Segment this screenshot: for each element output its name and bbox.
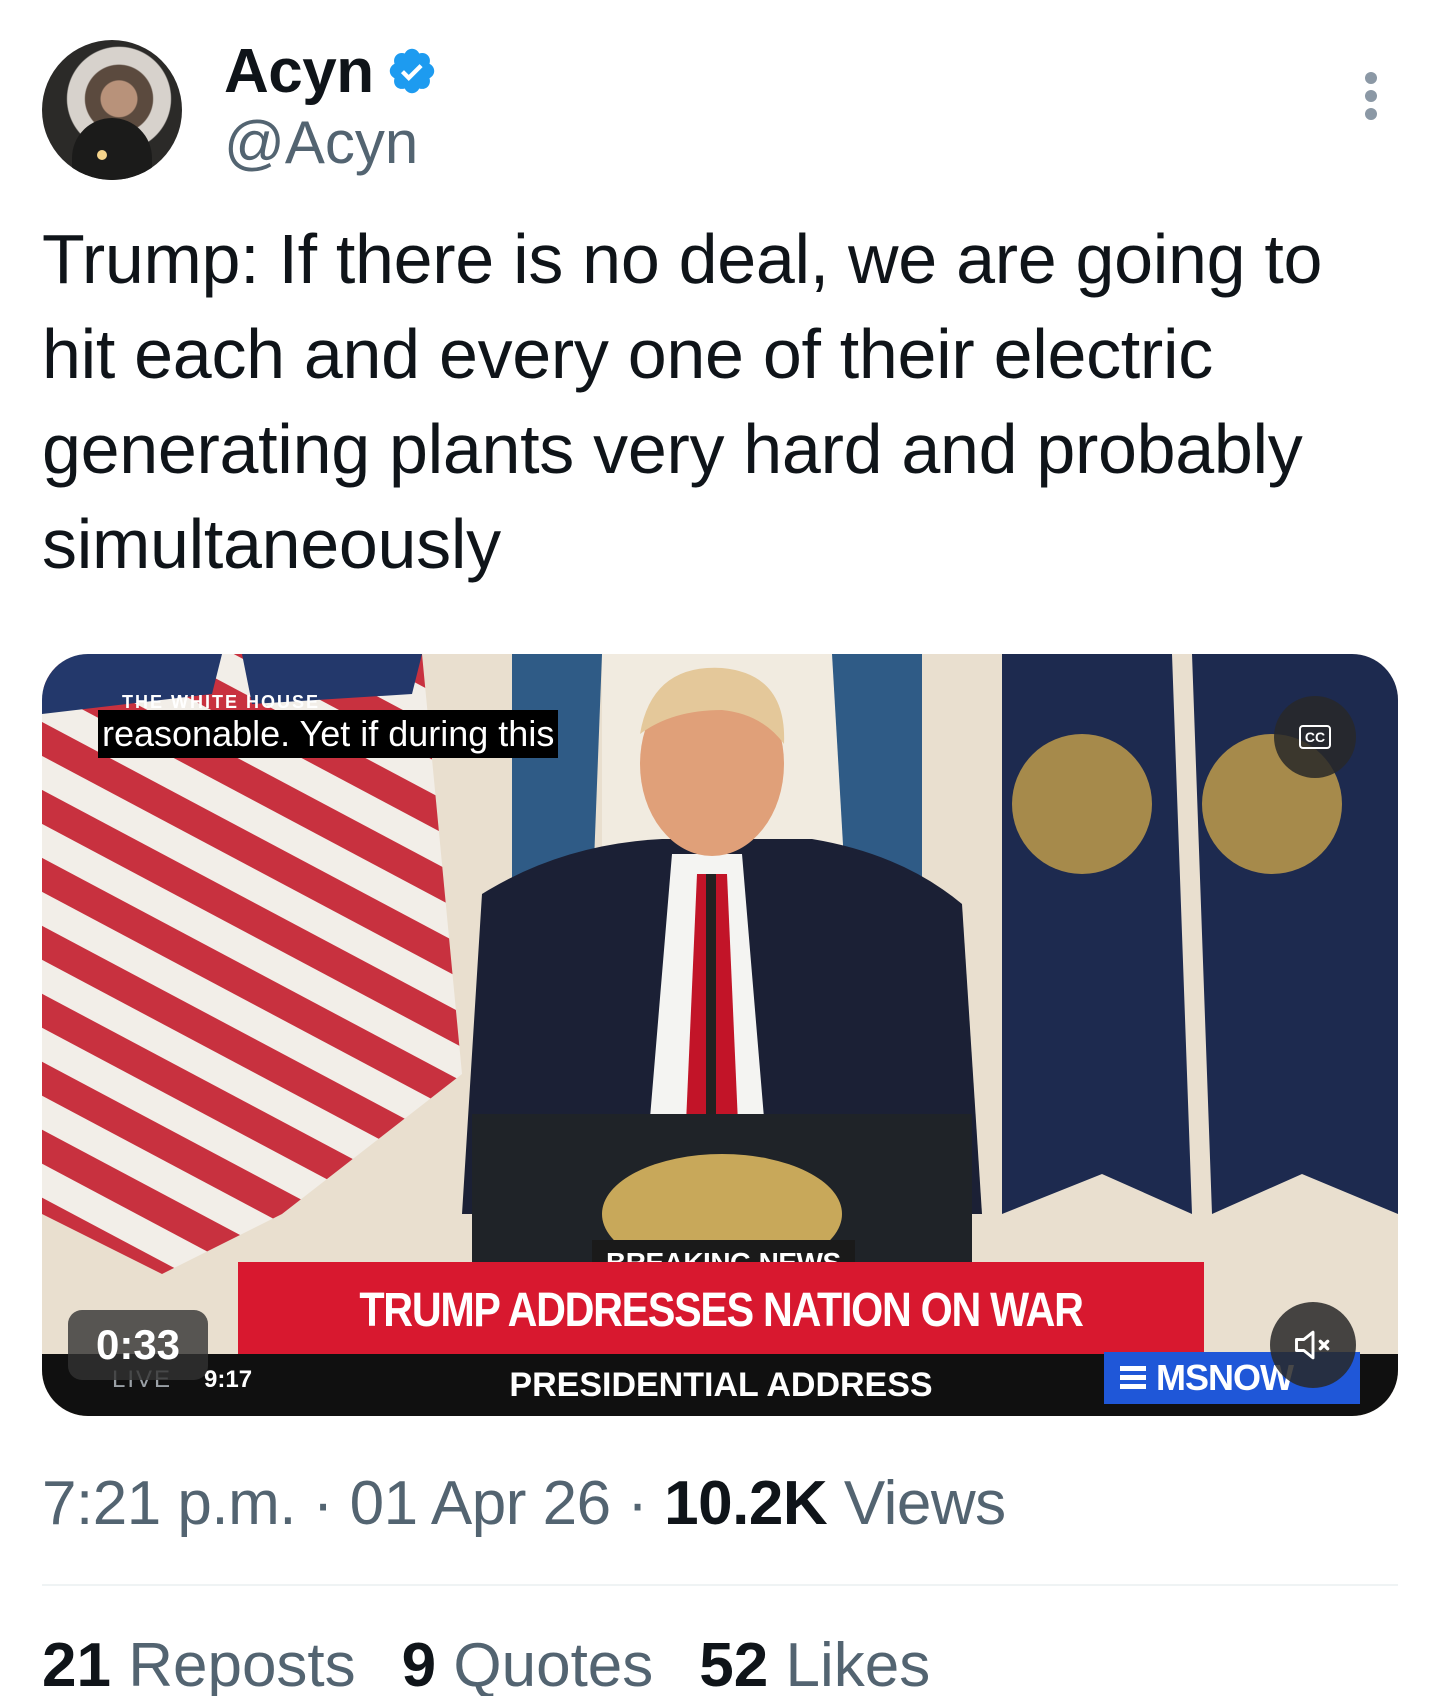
video-player[interactable]: THE WHITE HOUSE reasonable. Yet if durin…	[42, 654, 1398, 1416]
tweet-meta: 7:21 p.m. · 01 Apr 26 · 10.2K Views	[42, 1468, 1006, 1539]
quotes-count: 9	[401, 1631, 437, 1696]
engagement-stats: 21 Reposts 9 Quotes 52 Likes	[42, 1630, 930, 1696]
tweet-time[interactable]: 7:21 p.m.	[42, 1469, 296, 1538]
tweet-text: Trump: If there is no deal, we are going…	[42, 220, 1323, 583]
verified-badge-icon	[389, 48, 434, 94]
user-handle[interactable]: @Acyn	[224, 108, 418, 177]
mute-button[interactable]	[1270, 1302, 1356, 1388]
reposts-stat[interactable]: 21 Reposts	[42, 1630, 356, 1696]
tweet-date[interactable]: 01 Apr 26	[350, 1469, 611, 1538]
avatar[interactable]	[42, 40, 182, 180]
name-row: Acyn	[224, 36, 438, 106]
video-timer: 0:33	[68, 1310, 208, 1380]
reposts-count: 21	[42, 1631, 111, 1696]
quotes-stat[interactable]: 9 Quotes	[402, 1630, 654, 1696]
likes-stat[interactable]: 52 Likes	[699, 1630, 930, 1696]
tweet-header: Acyn @Acyn	[42, 36, 1398, 186]
more-vertical-icon[interactable]	[1364, 72, 1378, 120]
divider	[42, 1584, 1398, 1586]
meta-separator: ·	[312, 1469, 334, 1538]
closed-captions-button[interactable]: CC	[1274, 696, 1356, 778]
likes-count: 52	[699, 1631, 769, 1696]
views-label: Views	[843, 1469, 1006, 1538]
quotes-label: Quotes	[453, 1631, 654, 1696]
reposts-label: Reposts	[128, 1631, 356, 1696]
display-name[interactable]: Acyn	[224, 36, 374, 107]
closed-caption-text: reasonable. Yet if during this	[98, 710, 559, 758]
news-subtitle: PRESIDENTIAL ADDRESS	[509, 1366, 933, 1404]
cc-label: CC	[1298, 725, 1332, 749]
meta-separator: ·	[627, 1469, 648, 1538]
broadcast-clock: 9:17	[204, 1366, 253, 1393]
volume-muted-icon	[1295, 1330, 1330, 1360]
views-count: 10.2K	[664, 1469, 828, 1538]
likes-label: Likes	[785, 1631, 931, 1696]
